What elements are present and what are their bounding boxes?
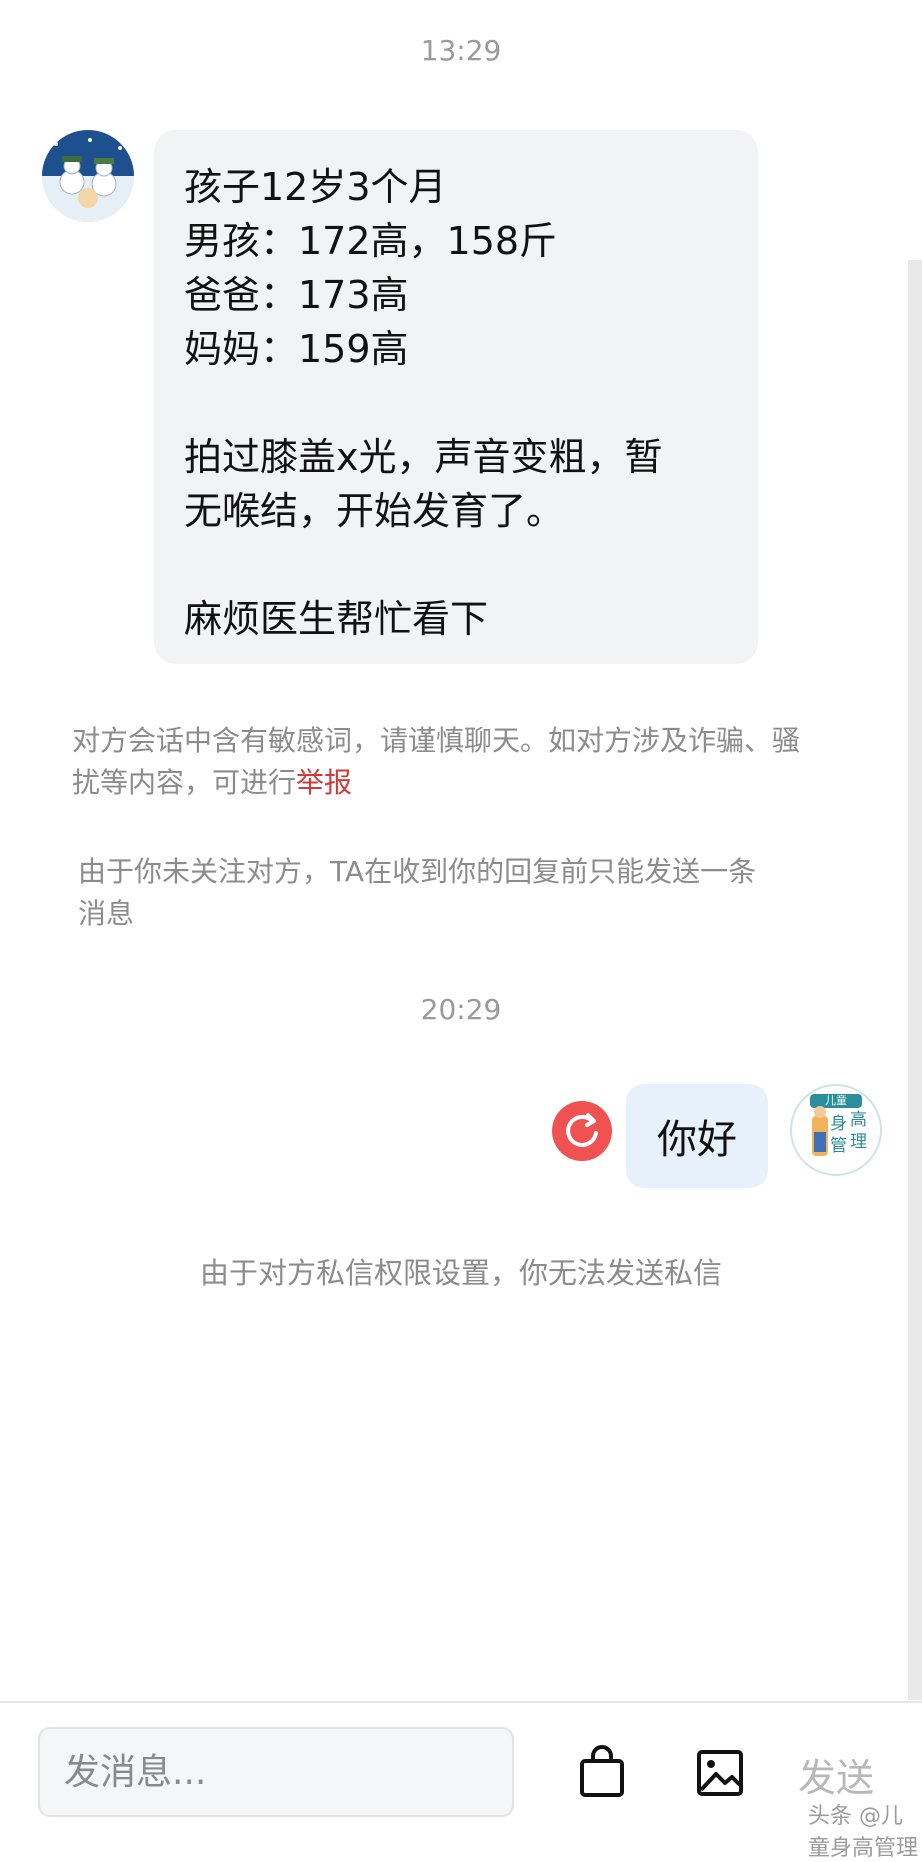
watermark-text: 头条 @儿童身高管理 xyxy=(808,1804,919,1861)
logo-char: 身 xyxy=(830,1114,847,1134)
incoming-message-bubble[interactable]: 孩子12岁3个月 男孩：172高，158斤 爸爸：173高 妈妈：159高 拍过… xyxy=(154,130,758,664)
timestamp-second: 20:29 xyxy=(420,993,502,1026)
sender-avatar[interactable] xyxy=(42,130,134,222)
retry-icon xyxy=(566,1113,598,1147)
image-button[interactable] xyxy=(690,1743,750,1803)
message-line: 孩子12岁3个月 xyxy=(184,165,447,209)
notice-line: 扰等内容，可进行举报 xyxy=(72,762,800,804)
notice-text: 扰等内容，可进行 xyxy=(72,766,297,799)
resend-button[interactable] xyxy=(552,1101,612,1161)
shopping-bag-icon xyxy=(580,1745,624,1797)
report-link[interactable]: 举报 xyxy=(296,766,352,799)
message-line-blank xyxy=(184,538,730,592)
message-line: 无喉结，开始发育了。 xyxy=(184,489,565,533)
follow-limit-notice: 由于你未关注对方，TA在收到你的回复前只能发送一条 消息 xyxy=(78,851,756,935)
own-avatar[interactable]: 儿童 身 高 管 理 xyxy=(790,1084,882,1176)
message-input[interactable] xyxy=(38,1727,514,1817)
scrollbar[interactable] xyxy=(908,260,922,1700)
notice-line: 消息 xyxy=(78,897,135,930)
message-line-blank xyxy=(184,376,730,430)
snowman-avatar-icon xyxy=(42,130,134,222)
timestamp-first: 13:29 xyxy=(420,34,502,67)
message-line: 妈妈：159高 xyxy=(184,327,409,371)
outgoing-message-text: 你好 xyxy=(657,1117,737,1163)
send-button[interactable]: 发送 xyxy=(798,1747,874,1802)
sensitive-word-notice: 对方会话中含有敏感词，请谨慎聊天。如对方涉及诈骗、骚 扰等内容，可进行举报 xyxy=(72,720,800,804)
message-line: 麻烦医生帮忙看下 xyxy=(184,597,489,641)
message-line: 爸爸：173高 xyxy=(184,273,409,317)
notice-line: 对方会话中含有敏感词，请谨慎聊天。如对方涉及诈骗、骚 xyxy=(72,724,801,757)
logo-top-text: 儿童 xyxy=(825,1094,847,1107)
logo-char: 理 xyxy=(850,1132,867,1152)
message-line: 男孩：172高，158斤 xyxy=(184,219,558,263)
image-icon xyxy=(697,1750,743,1796)
message-line: 拍过膝盖x光，声音变粗，暂 xyxy=(184,435,663,479)
private-message-permission-notice: 由于对方私信权限设置，你无法发送私信 xyxy=(199,1256,722,1290)
logo-char: 管 xyxy=(830,1136,847,1156)
shop-bag-button[interactable] xyxy=(572,1743,632,1803)
outgoing-message-bubble[interactable]: 你好 xyxy=(626,1084,768,1188)
notice-line: 由于你未关注对方，TA在收到你的回复前只能发送一条 xyxy=(78,855,757,888)
logo-char: 高 xyxy=(850,1110,867,1130)
message-input-bar: 发送 xyxy=(0,1701,922,1837)
